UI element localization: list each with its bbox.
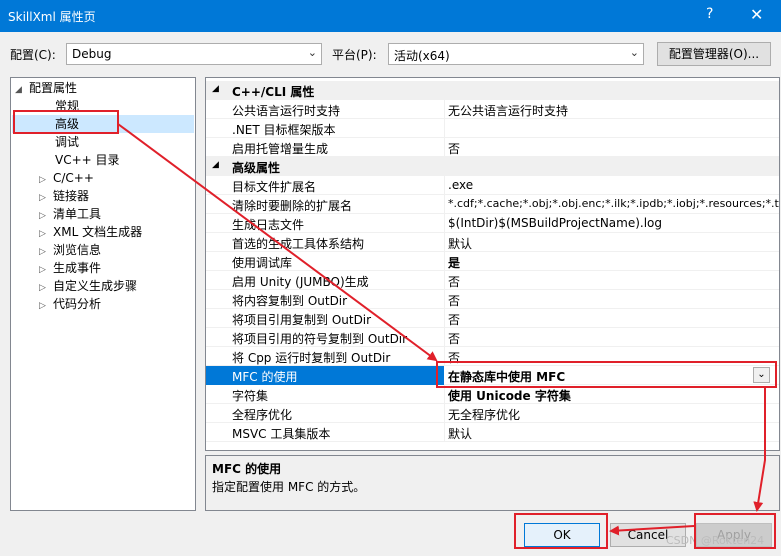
annotation-arrows [117,123,766,536]
arrow-to-apply [753,388,766,512]
arrow-to-ok [609,525,695,536]
arrow-to-mfc [117,123,438,362]
